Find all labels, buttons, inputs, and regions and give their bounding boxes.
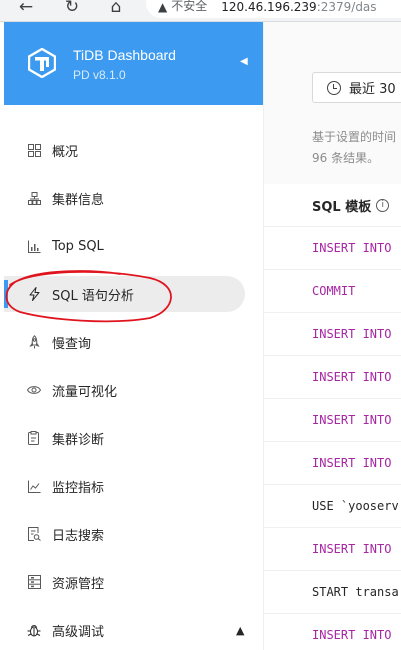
- result-description: 基于设置的时间 96 条结果。: [312, 127, 396, 169]
- sidebar-item-slow-query[interactable]: 慢查询: [4, 324, 245, 360]
- description-line: 基于设置的时间: [312, 130, 397, 144]
- lightning-icon: [26, 286, 42, 302]
- table-row[interactable]: INSERT INTO: [264, 227, 401, 270]
- collapse-sidebar-icon[interactable]: ◀: [240, 56, 248, 67]
- info-icon[interactable]: i: [376, 198, 390, 212]
- sidebar-item-label: 资源管控: [52, 576, 105, 592]
- tidb-logo-icon: [28, 48, 56, 78]
- back-arrow-icon[interactable]: ←: [14, 0, 38, 18]
- sql-template-cell[interactable]: INSERT INTO: [312, 456, 391, 470]
- sidebar-item-label: 概况: [52, 144, 79, 160]
- sidebar-item-top-sql[interactable]: Top SQL: [4, 228, 245, 264]
- clock-icon: [327, 80, 341, 95]
- sql-template-cell[interactable]: INSERT INTO: [312, 628, 391, 642]
- sql-template-cell[interactable]: INSERT INTO: [312, 327, 391, 341]
- sql-template-cell[interactable]: INSERT INTO: [312, 370, 391, 384]
- line-chart-icon: [26, 478, 42, 494]
- sidebar-item-traffic-visualization[interactable]: 流量可视化: [4, 372, 245, 408]
- sql-template-cell[interactable]: COMMIT: [312, 284, 355, 298]
- table-row[interactable]: INSERT INTO: [264, 528, 401, 571]
- address-bar[interactable]: ▲ 不安全 120.46.196.239:2379/das: [146, 0, 401, 18]
- eye-icon: [26, 382, 42, 398]
- sidebar-item-log-search[interactable]: 日志搜索: [4, 516, 245, 552]
- rocket-icon: [26, 334, 42, 350]
- brand-title: TiDB Dashboard: [73, 47, 176, 63]
- table-row[interactable]: START transa: [264, 571, 401, 614]
- table-row[interactable]: INSERT INTO: [264, 313, 401, 356]
- chevron-up-icon[interactable]: ▲: [236, 624, 244, 637]
- sql-template-cell[interactable]: INSERT INTO: [312, 241, 391, 255]
- sidebar-item-label: SQL 语句分析: [52, 288, 134, 304]
- url-path: :2379/das: [316, 0, 377, 14]
- bug-icon: [26, 622, 42, 638]
- table-row[interactable]: INSERT INTO: [264, 614, 401, 650]
- sidebar-item-label: Top SQL: [52, 238, 104, 254]
- brand-version: PD v8.1.0: [73, 68, 126, 82]
- sql-template-cell[interactable]: INSERT INTO: [312, 413, 391, 427]
- time-range-label: 最近 30: [349, 82, 396, 97]
- sql-statements-table: SQL 模板 i INSERT INTO COMMIT INSERT INTO …: [264, 184, 401, 650]
- sidebar-item-label: 高级调试: [52, 624, 105, 640]
- column-header-label: SQL 模板: [312, 199, 372, 215]
- reload-icon[interactable]: ↻: [60, 0, 84, 18]
- sidebar-item-cluster-info[interactable]: 集群信息: [4, 180, 245, 216]
- time-range-button[interactable]: 最近 30: [312, 72, 401, 103]
- sidebar: TiDB Dashboard PD v8.1.0 ◀ 概况 集群信息 Top S…: [0, 22, 264, 650]
- url-host: 120.46.196.239: [221, 0, 317, 14]
- main-content: 最近 30 基于设置的时间 96 条结果。 SQL 模板 i INSERT IN…: [264, 22, 401, 650]
- warning-icon: ▲: [158, 0, 168, 14]
- browser-toolbar: ← ↻ ⌂ ▲ 不安全 120.46.196.239:2379/das: [0, 0, 401, 22]
- description-line: 96 条结果。: [312, 151, 380, 165]
- home-icon[interactable]: ⌂: [104, 0, 128, 18]
- dashboard-grid-icon: [26, 142, 42, 158]
- sidebar-item-sql-statements[interactable]: SQL 语句分析: [4, 276, 245, 312]
- cluster-icon: [26, 190, 42, 206]
- sidebar-item-metrics[interactable]: 监控指标: [4, 468, 245, 504]
- diagnosis-icon: [26, 430, 42, 446]
- security-label: 不安全: [171, 0, 208, 13]
- sidebar-item-resource-manager[interactable]: 资源管控: [4, 564, 245, 600]
- column-header-sql-template[interactable]: SQL 模板 i: [264, 184, 401, 227]
- sidebar-item-label: 监控指标: [52, 480, 105, 496]
- resource-icon: [26, 574, 42, 590]
- sidebar-item-label: 流量可视化: [52, 384, 118, 400]
- file-search-icon: [26, 526, 42, 542]
- sidebar-item-label: 集群诊断: [52, 432, 105, 448]
- sidebar-item-label: 慢查询: [52, 336, 92, 352]
- table-row[interactable]: INSERT INTO: [264, 356, 401, 399]
- sql-template-cell[interactable]: INSERT INTO: [312, 542, 391, 556]
- table-row[interactable]: INSERT INTO: [264, 399, 401, 442]
- sidebar-item-cluster-diagnosis[interactable]: 集群诊断: [4, 420, 245, 456]
- sql-template-cell[interactable]: START transa: [312, 585, 399, 599]
- brand-header: TiDB Dashboard PD v8.1.0 ◀: [4, 22, 263, 105]
- table-row[interactable]: INSERT INTO: [264, 442, 401, 485]
- sidebar-item-advanced-debugging[interactable]: 高级调试 ▲: [4, 612, 245, 648]
- table-row[interactable]: USE `yooserv: [264, 485, 401, 528]
- sql-template-cell[interactable]: USE `yooserv: [312, 499, 399, 513]
- sidebar-item-label: 日志搜索: [52, 528, 105, 544]
- sidebar-item-label: 集群信息: [52, 192, 105, 208]
- table-row[interactable]: COMMIT: [264, 270, 401, 313]
- sidebar-item-overview[interactable]: 概况: [4, 132, 245, 168]
- bar-chart-icon: [26, 238, 42, 254]
